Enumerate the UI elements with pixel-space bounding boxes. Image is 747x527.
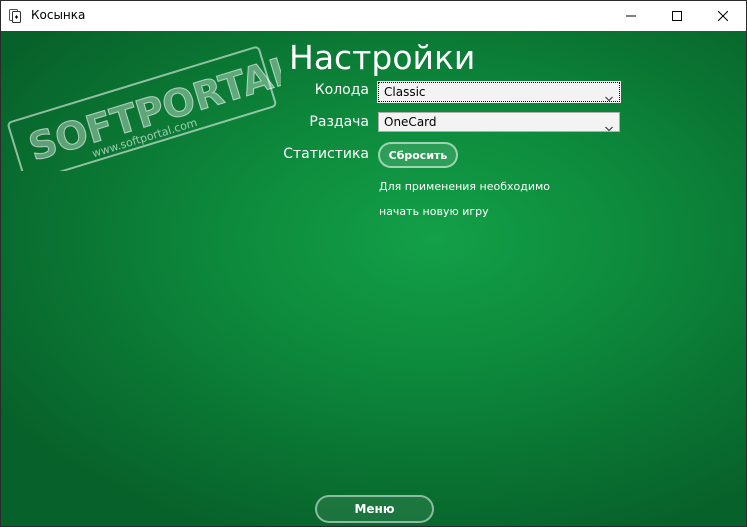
minimize-icon [626, 11, 636, 21]
reset-stats-button[interactable]: Сбросить [378, 142, 458, 168]
chevron-down-icon [605, 89, 613, 102]
title-bar[interactable]: Косынка [1, 1, 746, 31]
deck-select[interactable]: Classic [377, 81, 621, 103]
window-title: Косынка [31, 8, 86, 22]
hint-text-line-1: Для применения необходимо [379, 180, 551, 193]
deal-select[interactable]: OneCard [378, 112, 620, 132]
minimize-button[interactable] [608, 1, 654, 31]
game-table: Настройки Колода Classic Раздача OneCard… [1, 31, 746, 526]
stats-label: Статистика [283, 146, 369, 162]
app-window: Косынка Настройки Колода Classic Раздача… [0, 0, 747, 527]
menu-button[interactable]: Меню [315, 495, 434, 523]
deck-select-value: Classic [384, 85, 426, 99]
page-title: Настройки [289, 38, 476, 77]
close-icon [718, 11, 728, 21]
chevron-down-icon [605, 119, 613, 132]
hint-text-line-2: начать новую игру [379, 205, 489, 218]
close-button[interactable] [700, 1, 746, 31]
maximize-button[interactable] [654, 1, 700, 31]
maximize-icon [672, 11, 682, 21]
deal-select-value: OneCard [384, 115, 437, 129]
deal-label: Раздача [309, 114, 369, 130]
deck-label: Колода [314, 82, 369, 98]
cards-icon [9, 9, 21, 23]
